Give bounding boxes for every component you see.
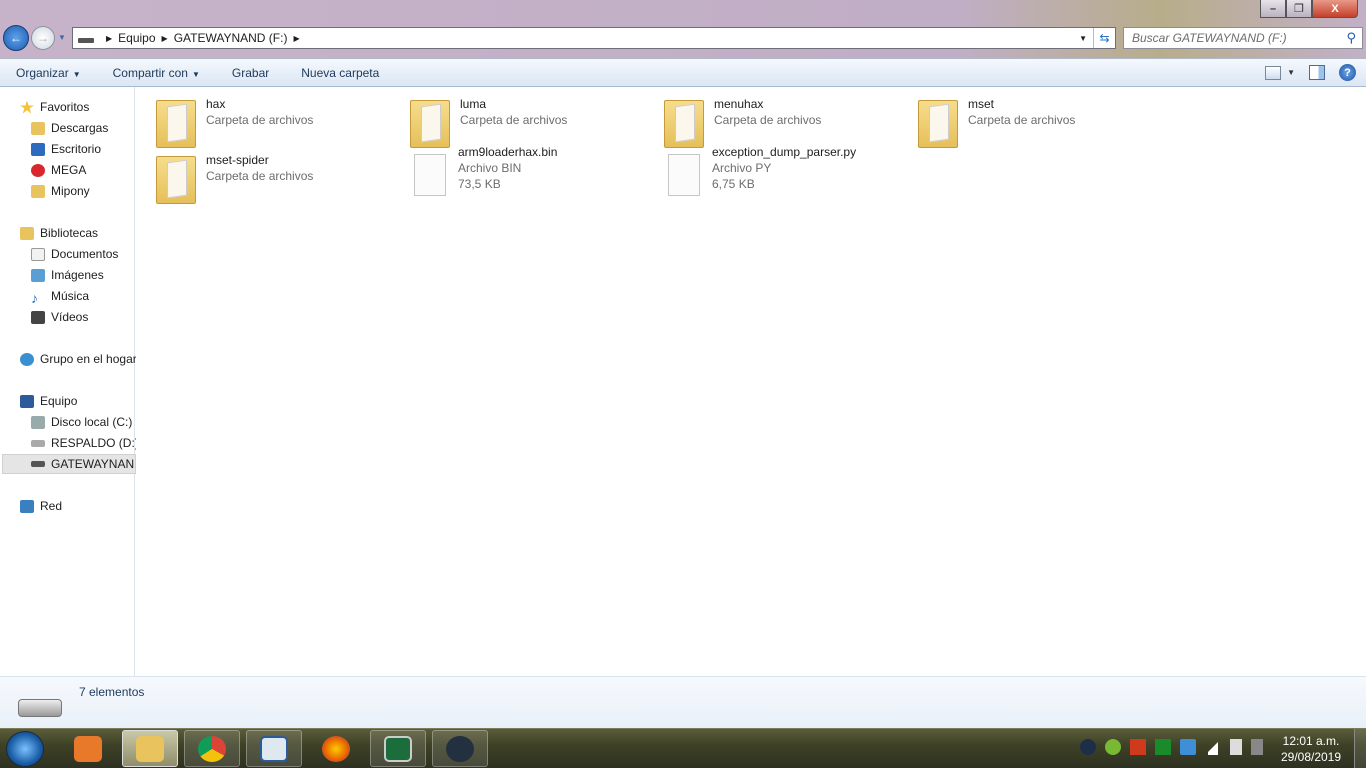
- preview-pane-icon[interactable]: [1309, 65, 1325, 80]
- refresh-button[interactable]: ⇆: [1093, 28, 1115, 48]
- folder-item[interactable]: hax Carpeta de archivos: [156, 96, 406, 148]
- taskbar-nox[interactable]: [432, 730, 488, 767]
- help-icon[interactable]: ?: [1339, 64, 1356, 81]
- nav-libraries[interactable]: Bibliotecas: [20, 223, 154, 243]
- folder-icon: [156, 100, 196, 148]
- nav-favorites[interactable]: Favoritos: [20, 97, 154, 117]
- folder-icon: [410, 100, 450, 148]
- explorer-icon: [136, 735, 164, 762]
- drive-icon: [31, 439, 45, 447]
- close-button[interactable]: X: [1312, 0, 1358, 18]
- videos-icon: [31, 310, 45, 324]
- volume-icon[interactable]: [1230, 739, 1242, 755]
- libraries-icon: [20, 226, 34, 240]
- organize-button[interactable]: Organizar ▼: [0, 66, 97, 80]
- breadcrumb-equipo[interactable]: Equipo: [118, 31, 155, 45]
- maximize-button[interactable]: ❐: [1286, 0, 1312, 18]
- taskbar-chrome[interactable]: [184, 730, 240, 767]
- item-count: 7 elementos: [79, 685, 145, 699]
- downloads-icon: [31, 121, 45, 135]
- nox-tray-icon[interactable]: [1080, 739, 1096, 755]
- monitor-icon: [384, 735, 412, 762]
- file-item[interactable]: exception_dump_parser.py Archivo PY 6,75 K…: [664, 145, 914, 204]
- documents-icon: [31, 247, 45, 261]
- speaker-muted-icon[interactable]: [1130, 739, 1146, 755]
- folder-item[interactable]: mset-spider Carpeta de archivos: [156, 152, 406, 204]
- images-icon: [31, 268, 45, 282]
- music-icon: ♪: [31, 289, 38, 306]
- clock[interactable]: 12:01 a.m. 29/08/2019: [1278, 733, 1344, 765]
- taskbar: 12:01 a.m. 29/08/2019: [0, 728, 1366, 768]
- homegroup-icon: [20, 352, 34, 366]
- nox-icon: [446, 735, 474, 762]
- taskbar-firefox[interactable]: [308, 730, 364, 767]
- view-dropdown[interactable]: ▼: [1287, 68, 1295, 77]
- folder-icon: [31, 184, 45, 198]
- taskbar-app[interactable]: [246, 730, 302, 767]
- mega-icon: [31, 163, 45, 177]
- file-item[interactable]: arm9loaderhax.bin Archivo BIN 73,5 KB: [410, 145, 660, 204]
- navigation-pane: Favoritos Descargas Escritorio MEGA Mipo…: [0, 87, 139, 676]
- minimize-button[interactable]: –: [1260, 0, 1286, 18]
- desktop-icon: [31, 142, 45, 156]
- drive-icon: [78, 37, 94, 43]
- breadcrumb-gatewaynand[interactable]: GATEWAYNAND (F:): [174, 31, 288, 45]
- nav-computer[interactable]: Equipo: [20, 391, 154, 411]
- burn-button[interactable]: Grabar: [216, 66, 285, 80]
- taskbar-explorer[interactable]: [122, 730, 178, 767]
- nav-network[interactable]: Red: [20, 496, 154, 516]
- usb-safely-remove-icon[interactable]: [1251, 739, 1263, 755]
- folder-icon: [664, 100, 704, 148]
- drive-icon: [18, 699, 62, 717]
- change-view-icon[interactable]: [1265, 65, 1282, 80]
- recent-pages-dropdown[interactable]: ▼: [58, 33, 66, 42]
- show-desktop-button[interactable]: [1354, 729, 1366, 768]
- search-placeholder: Buscar GATEWAYNAND (F:): [1132, 31, 1287, 45]
- address-bar[interactable]: ▶ Equipo ▶ GATEWAYNAND (F:) ▶ ▼ ⇆: [72, 27, 1116, 49]
- file-icon: [414, 154, 446, 196]
- taskbar-monitor[interactable]: [370, 730, 426, 767]
- back-button[interactable]: ←: [3, 25, 29, 51]
- details-pane: 7 elementos: [0, 676, 1366, 728]
- drive-icon: [31, 461, 45, 467]
- search-input[interactable]: Buscar GATEWAYNAND (F:) ⚲: [1123, 27, 1363, 49]
- file-list: hax Carpeta de archivos luma Carpeta de ar…: [136, 87, 1366, 676]
- disk-icon: [31, 415, 45, 429]
- star-icon: [20, 100, 34, 114]
- address-dropdown[interactable]: ▼: [1079, 34, 1087, 43]
- folder-item[interactable]: menuhax Carpeta de archivos: [664, 96, 914, 148]
- taskbar-media-player[interactable]: [60, 730, 116, 767]
- chrome-icon: [198, 735, 226, 762]
- folder-item[interactable]: luma Carpeta de archivos: [410, 96, 660, 148]
- firefox-icon: [322, 735, 350, 762]
- command-bar: Organizar ▼ Compartir con ▼ Grabar Nueva c…: [0, 58, 1366, 87]
- search-icon[interactable]: ⚲: [1346, 30, 1356, 46]
- folder-item[interactable]: mset Carpeta de archivos: [918, 96, 1168, 148]
- window-app-icon: [260, 735, 288, 762]
- chevron-right-icon[interactable]: ▶: [162, 34, 168, 43]
- computer-icon: [20, 394, 34, 408]
- folder-icon: [918, 100, 958, 148]
- update-icon[interactable]: [1180, 739, 1196, 755]
- chevron-right-icon[interactable]: ▶: [293, 34, 299, 43]
- network-icon: [20, 499, 34, 513]
- forward-button[interactable]: →: [31, 26, 55, 50]
- system-tray: [1080, 739, 1263, 755]
- green-grid-icon[interactable]: [1155, 739, 1171, 755]
- share-button[interactable]: Compartir con ▼: [97, 66, 216, 80]
- nav-disk-f[interactable]: GATEWAYNAND (F:): [2, 454, 136, 474]
- media-player-icon: [74, 735, 102, 762]
- signal-icon[interactable]: [1205, 739, 1221, 755]
- file-icon: [668, 154, 700, 196]
- utorrent-icon[interactable]: [1105, 739, 1121, 755]
- nav-homegroup[interactable]: Grupo en el hogar: [20, 349, 154, 369]
- new-folder-button[interactable]: Nueva carpeta: [285, 66, 395, 80]
- chevron-right-icon[interactable]: ▶: [106, 34, 112, 43]
- folder-icon: [156, 156, 196, 204]
- start-button[interactable]: [6, 731, 44, 767]
